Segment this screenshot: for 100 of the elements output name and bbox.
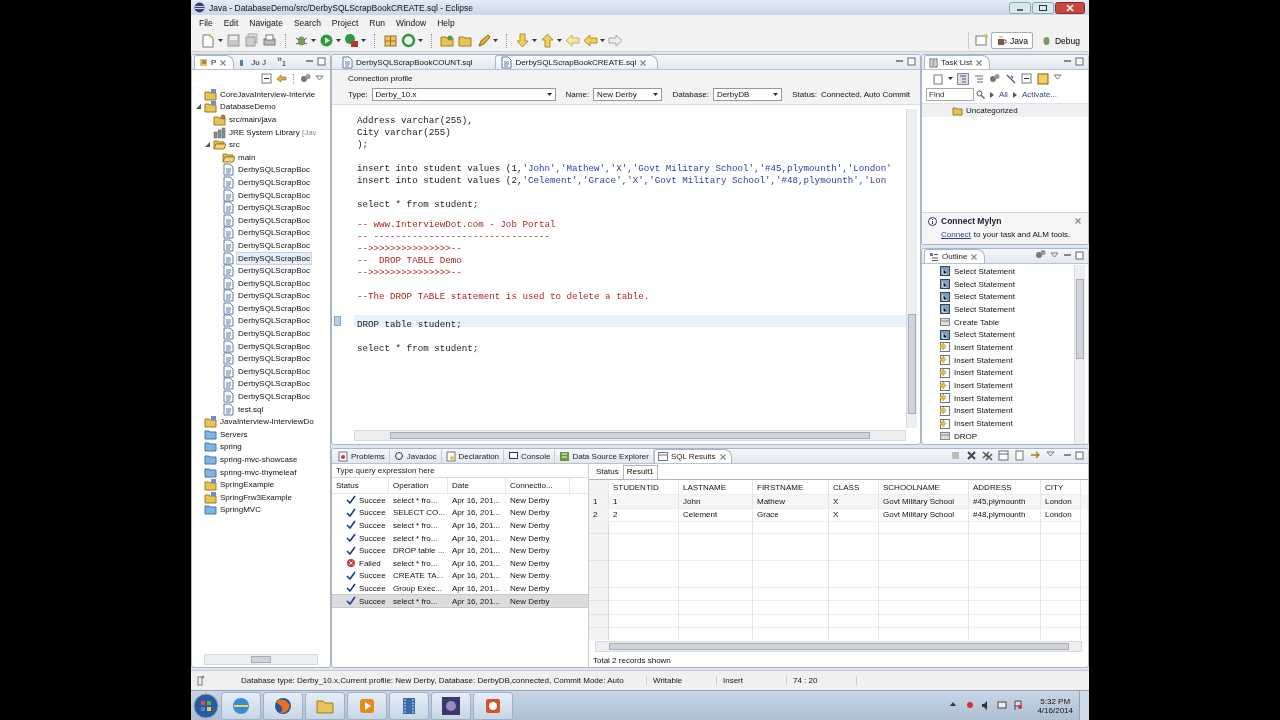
column-header[interactable]: Status	[332, 478, 389, 493]
editor-tab[interactable]: DerbySQLScrapBookCREATE.sql	[495, 55, 659, 69]
view-tab[interactable]: Declaration	[441, 449, 505, 463]
tree-item[interactable]: DerbySQLScrapBoc	[237, 189, 312, 201]
outline-item[interactable]: Insert Statement	[954, 368, 1013, 378]
perspective-button[interactable]: Debug	[1035, 32, 1085, 49]
show-desktop-button[interactable]	[1079, 690, 1089, 720]
expanded-arrow-icon[interactable]	[203, 141, 211, 149]
record-icon[interactable]	[965, 700, 976, 711]
overflow-chevron[interactable]: »	[277, 55, 283, 64]
tree-item[interactable]: DerbySQLScrapBoc	[237, 391, 312, 403]
view-tab[interactable]: SQL Results	[653, 449, 732, 463]
menu-item[interactable]: Run	[369, 17, 385, 28]
view-menu-icon[interactable]	[315, 74, 324, 83]
tree-item[interactable]: DerbySQLScrapBoc	[237, 315, 312, 327]
tree-item[interactable]: JavaInterview-InterviewDo	[219, 416, 315, 428]
tree-item[interactable]: DerbySQLScrapBoc	[237, 328, 312, 340]
tree-item[interactable]: DerbySQLScrapBoc	[237, 353, 312, 365]
outline-item[interactable]: Select Statement	[954, 330, 1015, 340]
column-header[interactable]: Date	[448, 478, 506, 493]
horizontal-scrollbar[interactable]	[354, 430, 906, 441]
caret-icon[interactable]	[557, 38, 562, 43]
table-row[interactable]: Succee Group Exec... Apr 16, 201... New Derby	[332, 582, 588, 595]
connect-link[interactable]: Connect	[941, 230, 971, 239]
vertical-scrollbar[interactable]	[1074, 265, 1085, 444]
window-icon[interactable]	[998, 450, 1009, 461]
start-orb-icon[interactable]	[193, 692, 219, 719]
tree-item[interactable]: DerbySQLScrapBoc	[237, 176, 312, 188]
tree-item[interactable]: DerbySQLScrapBoc	[237, 277, 312, 289]
tree-item[interactable]: DerbySQLScrapBoc	[237, 202, 312, 214]
tree-item[interactable]: Servers	[219, 428, 249, 440]
menu-item[interactable]: Help	[437, 17, 455, 28]
gears-icon[interactable]	[989, 72, 1001, 85]
tree-item[interactable]: DerbySQLScrapBoc	[237, 378, 312, 390]
table-row[interactable]: Succee CREATE TA... Apr 16, 201... New Derby	[332, 569, 588, 583]
caret-icon[interactable]	[336, 38, 341, 43]
table-row[interactable]: Succee select * fro... Apr 16, 201... New Derby	[332, 531, 588, 545]
tree-item[interactable]: DerbySQLScrapBoc	[237, 214, 312, 226]
tree-item[interactable]: DerbySQLScrapBoc	[237, 164, 312, 176]
pin-arrow-icon[interactable]	[1030, 450, 1041, 461]
table-row[interactable]: Succee select * fro... Apr 16, 201... New Derby	[332, 519, 588, 532]
save-all-icon[interactable]	[244, 33, 259, 48]
pen-icon[interactable]	[476, 33, 491, 48]
network-icon[interactable]	[997, 700, 1008, 711]
outline-item[interactable]: Insert Statement	[954, 393, 1013, 403]
minimize-icon[interactable]	[1009, 1, 1031, 14]
gears-icon[interactable]	[1035, 249, 1046, 260]
outline-item[interactable]: Insert Statement	[954, 381, 1013, 391]
tree-item[interactable]: JRE System Library [Jav	[228, 126, 318, 138]
open-folder-icon[interactable]	[440, 33, 455, 48]
find-field[interactable]: Find	[926, 88, 974, 101]
filter-link[interactable]: Activate...	[1021, 90, 1057, 99]
menu-item[interactable]: Edit	[223, 17, 239, 28]
caret-icon[interactable]	[418, 38, 423, 43]
outline-item[interactable]: Select Statement	[954, 292, 1015, 302]
outline-item[interactable]: Insert Statement	[954, 419, 1013, 429]
menu-item[interactable]: Search	[293, 17, 321, 28]
view-menu-icon[interactable]	[1050, 251, 1059, 260]
tree-item[interactable]: SpringFrw3Example	[219, 491, 294, 503]
table-row[interactable]: Succee DROP table ... Apr 16, 201... New Derby	[332, 544, 588, 557]
tree-item[interactable]: DerbySQLScrapBoc	[237, 340, 312, 352]
tree-item[interactable]: spring-mvc-showcase	[219, 454, 299, 465]
tree-item[interactable]: DerbySQLScrapBoc	[237, 290, 312, 302]
view-tab[interactable]: Outline	[924, 249, 986, 263]
dropdown[interactable]: Derby_10.x	[371, 88, 556, 101]
table-row[interactable]: Succee SELECT CO... Apr 16, 201... New Derby	[332, 506, 588, 520]
tree-item[interactable]: SpringExample	[219, 479, 276, 491]
dropdown[interactable]: DerbyDB	[712, 88, 783, 101]
tree-item[interactable]: DerbySQLScrapBoc	[237, 227, 312, 239]
maximize-icon[interactable]	[1032, 1, 1054, 14]
vertical-scrollbar[interactable]	[906, 109, 917, 428]
caret-icon[interactable]	[600, 38, 605, 43]
menu-item[interactable]: Window	[395, 17, 427, 28]
outline-item[interactable]: Insert Statement	[954, 342, 1013, 352]
outline-item[interactable]: Select Statement	[954, 266, 1015, 276]
horizontal-scrollbar[interactable]	[595, 641, 1082, 652]
view-tab[interactable]: Data Source Explorer	[555, 449, 654, 463]
caret-icon[interactable]	[361, 38, 366, 43]
tree-item[interactable]: src/main/java	[228, 114, 278, 125]
remove-all-icon[interactable]	[982, 450, 993, 461]
caret-icon[interactable]	[311, 38, 316, 43]
view-tab[interactable]: Task List	[924, 55, 991, 69]
open-perspective-icon[interactable]	[974, 34, 988, 47]
tree-item[interactable]: test.sql	[237, 403, 265, 415]
horizontal-scrollbar[interactable]	[204, 654, 318, 665]
view-tab[interactable]: Console	[504, 449, 556, 463]
flag-icon[interactable]	[1013, 700, 1024, 711]
outline-item[interactable]: Insert Statement	[954, 406, 1013, 416]
view-tab[interactable]: Problems	[334, 449, 390, 463]
tree-item[interactable]: spring-mvc-thymeleaf	[219, 466, 298, 478]
caret-icon[interactable]	[218, 38, 223, 43]
tree-item[interactable]: DerbySQLScrapBoc	[237, 265, 312, 277]
result-tab[interactable]: Result1	[622, 465, 658, 479]
outline-item[interactable]: Select Statement	[954, 304, 1015, 314]
menu-item[interactable]: File	[199, 17, 213, 28]
tree-item[interactable]: main	[237, 151, 257, 163]
table-row[interactable]: Succee select * fro... Apr 16, 201... New Derby	[332, 594, 588, 608]
caret-icon[interactable]	[532, 38, 537, 43]
close-icon[interactable]	[1055, 1, 1085, 14]
tree-item[interactable]: DerbySQLScrapBoc	[237, 252, 312, 264]
